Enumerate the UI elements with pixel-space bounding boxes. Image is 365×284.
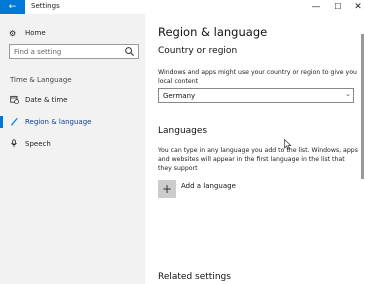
chevron-down-icon: ⌄ — [345, 90, 351, 98]
pen-icon — [9, 117, 19, 128]
search-input[interactable] — [14, 47, 124, 56]
search-icon[interactable] — [124, 46, 135, 57]
sidebar: ⚙ Home Time & Language Date & time Re — [0, 14, 145, 284]
maximize-button[interactable]: ☐ — [327, 0, 349, 14]
add-language-label: Add a language — [181, 182, 236, 190]
mouse-cursor-icon — [284, 139, 292, 150]
sidebar-item-label: Date & time — [25, 96, 68, 104]
back-button[interactable]: ← — [0, 0, 25, 14]
add-language-button[interactable]: + Add a language — [158, 180, 236, 198]
plus-icon: + — [158, 180, 176, 198]
window-title: Settings — [31, 2, 60, 10]
scrollbar[interactable] — [359, 14, 365, 284]
languages-heading: Languages — [158, 126, 208, 136]
section-label: Time & Language — [10, 76, 72, 84]
country-heading: Country or region — [158, 46, 238, 56]
close-button[interactable]: ✕ — [347, 0, 365, 14]
languages-description: You can type in any language you add to … — [158, 147, 358, 172]
country-description: Windows and apps might use your country … — [158, 69, 357, 85]
sidebar-item-speech[interactable]: Speech — [0, 136, 145, 152]
microphone-icon — [9, 138, 19, 150]
sidebar-item-region-language[interactable]: Region & language — [0, 114, 145, 130]
sidebar-item-date-time[interactable]: Date & time — [0, 92, 145, 108]
search-box[interactable] — [9, 44, 139, 59]
sidebar-item-label: Home — [25, 29, 46, 37]
scrollbar-thumb[interactable] — [361, 34, 364, 179]
main-content: Region & language Country or region Wind… — [145, 14, 365, 284]
sidebar-item-home[interactable]: ⚙ Home — [9, 26, 46, 40]
sidebar-item-label: Speech — [25, 140, 51, 148]
country-dropdown[interactable]: Germany ⌄ — [158, 88, 354, 103]
sidebar-item-label: Region & language — [25, 118, 92, 126]
country-value: Germany — [163, 91, 196, 100]
gear-icon: ⚙ — [9, 28, 17, 38]
calendar-clock-icon — [9, 95, 19, 106]
title-bar: ← Settings — ☐ ✕ — [0, 0, 365, 14]
related-settings-heading: Related settings — [158, 272, 231, 282]
selection-indicator — [0, 116, 3, 128]
minimize-button[interactable]: — — [305, 0, 327, 14]
page-title: Region & language — [158, 25, 268, 39]
